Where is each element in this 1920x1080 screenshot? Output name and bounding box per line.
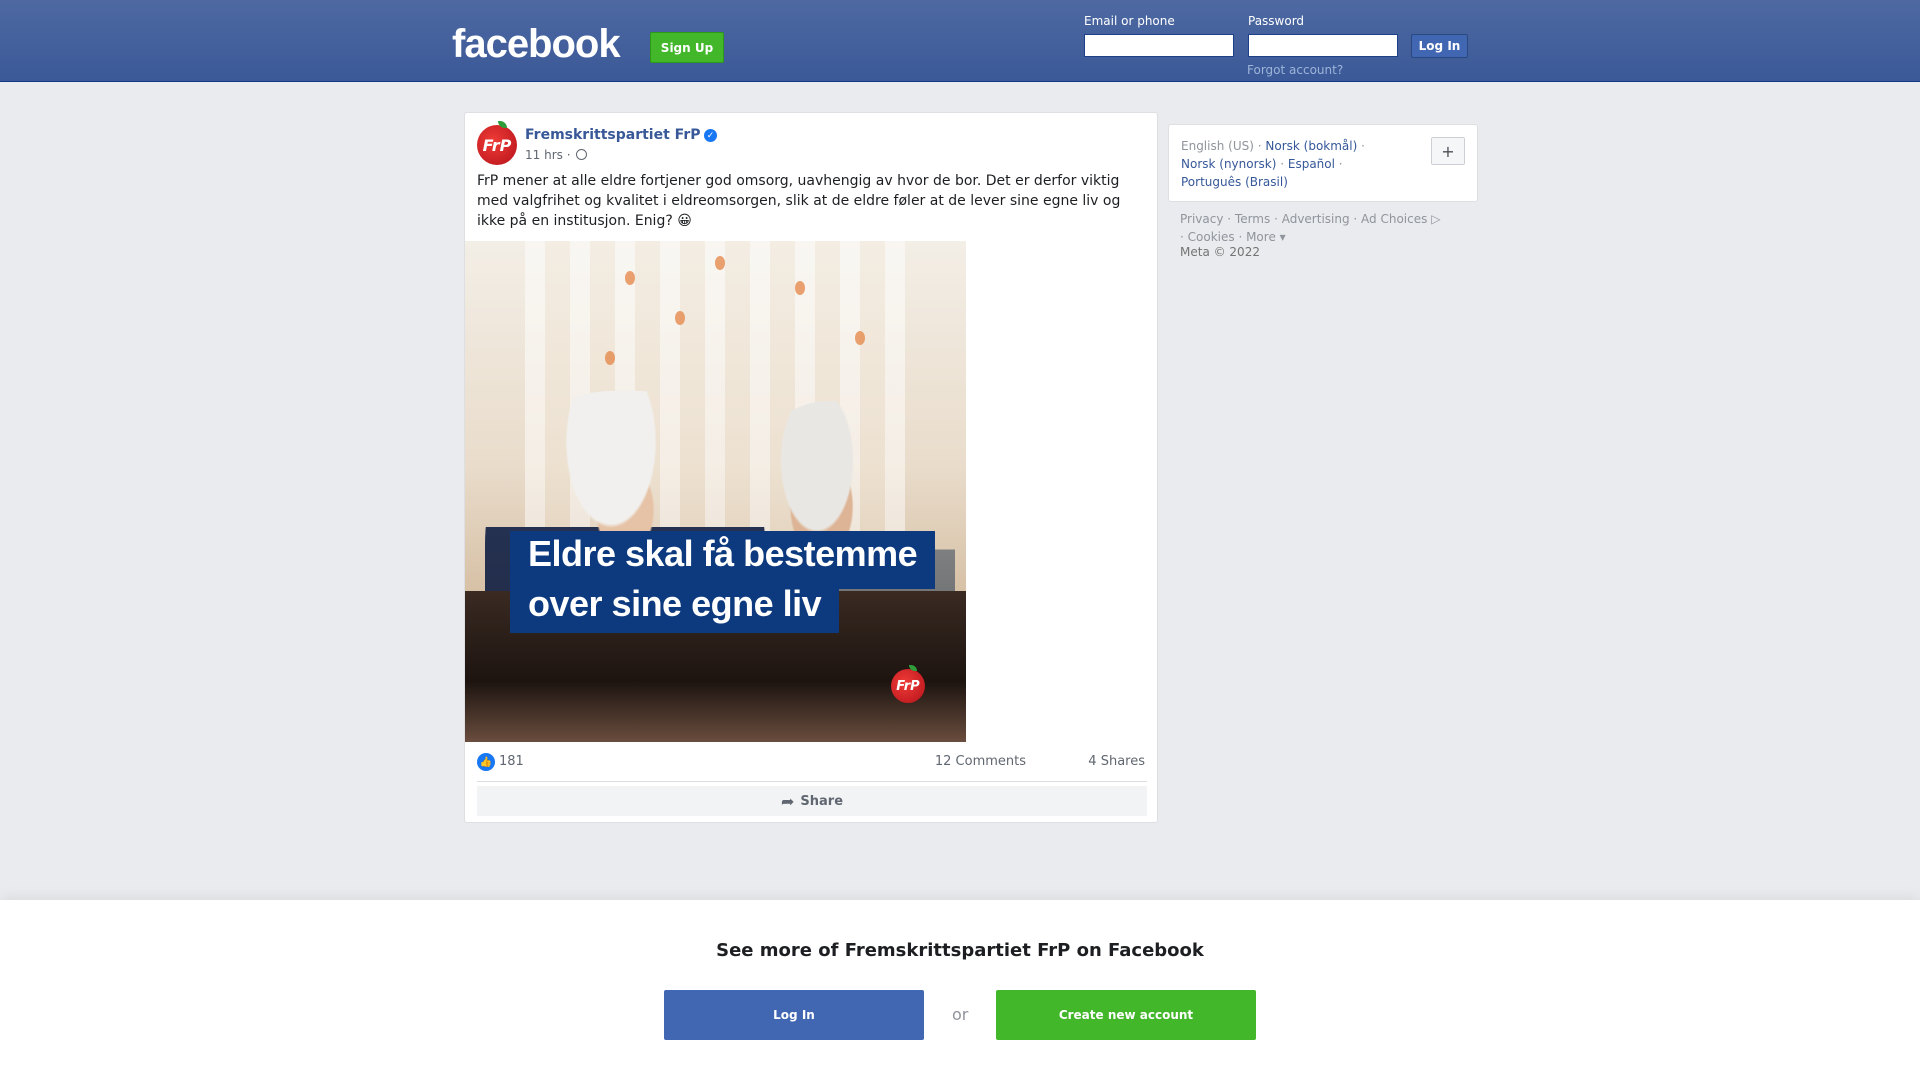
create-account-button[interactable]: Create new account [996, 990, 1256, 1040]
caret-down-icon: ▾ [1279, 230, 1286, 244]
password-input[interactable] [1248, 34, 1398, 57]
footer-link-more[interactable]: More [1246, 230, 1276, 244]
language-link-norsk-bokmal[interactable]: Norsk (bokmål) [1265, 139, 1357, 153]
email-label: Email or phone [1084, 14, 1175, 28]
more-languages-button[interactable]: + [1431, 137, 1465, 165]
log-in-button-large[interactable]: Log In [664, 990, 924, 1040]
globe-icon [576, 149, 588, 160]
footer-link-advertising[interactable]: Advertising [1282, 212, 1350, 226]
blossom-decor [795, 281, 805, 295]
frp-logo: FrP [891, 665, 925, 703]
thumbs-up-icon[interactable]: 👍 [477, 753, 495, 771]
blossom-decor [625, 271, 635, 285]
apple-leaf-icon [498, 121, 507, 128]
facebook-logo[interactable]: facebook [452, 22, 621, 67]
shares-count-link[interactable]: 4 Shares [1088, 754, 1145, 769]
image-logo-text: FrP [896, 678, 920, 694]
or-separator: or [952, 1005, 969, 1024]
password-label: Password [1248, 14, 1305, 28]
share-button[interactable]: ➦ Share [477, 786, 1147, 816]
meta-separator: · [566, 148, 571, 162]
post-text: FrP mener at alle eldre fortjener god om… [477, 173, 1121, 229]
blossom-decor [715, 256, 725, 270]
image-banner-line-2: over sine egne liv [510, 581, 840, 633]
post-image[interactable]: Eldre skal få bestemme over sine egne li… [465, 241, 966, 742]
avatar-text: FrP [482, 135, 512, 155]
login-prompt-banner: See more of Fremskrittspartiet FrP on Fa… [0, 900, 1920, 1080]
email-input[interactable] [1084, 34, 1234, 57]
footer-link-terms[interactable]: Terms [1235, 212, 1270, 226]
reaction-count[interactable]: 181 [499, 754, 524, 769]
share-arrow-icon: ➦ [780, 791, 795, 811]
see-more-heading: See more of Fremskrittspartiet FrP on Fa… [716, 940, 1204, 961]
copyright: Meta © 2022 [1180, 245, 1260, 259]
post-time-link[interactable]: 11 hrs [525, 148, 563, 162]
language-selector-card: English (US) · Norsk (bokmål) · Norsk (n… [1168, 124, 1478, 202]
language-current: English (US) [1181, 139, 1254, 153]
forgot-account-link[interactable]: Forgot account? [1247, 63, 1343, 77]
language-link-norsk-nynorsk[interactable]: Norsk (nynorsk) [1181, 157, 1276, 171]
blossom-decor [605, 351, 615, 365]
ad-choices-icon: ▷ [1431, 212, 1441, 226]
divider [477, 781, 1147, 782]
footer-link-privacy[interactable]: Privacy [1180, 212, 1223, 226]
footer-link-cookies[interactable]: Cookies [1188, 230, 1235, 244]
post-meta: 11 hrs · [525, 148, 588, 162]
footer-link-ad-choices[interactable]: Ad Choices [1361, 212, 1427, 226]
post-card: FrP Fremskrittspartiet FrP ✓ 11 hrs · Fr… [464, 112, 1158, 823]
share-label: Share [800, 793, 844, 809]
verified-check-icon: ✓ [704, 129, 717, 142]
sign-up-button[interactable]: Sign Up [650, 32, 724, 63]
top-navigation-bar: facebook Sign Up Email or phone Password… [0, 0, 1920, 82]
language-link-portugues[interactable]: Português (Brasil) [1181, 175, 1288, 189]
blossom-decor [855, 331, 865, 345]
page-avatar[interactable]: FrP [477, 121, 517, 165]
log-in-button[interactable]: Log In [1411, 34, 1468, 58]
comments-count-link[interactable]: 12 Comments [935, 754, 1026, 769]
language-list: English (US) · Norsk (bokmål) · Norsk (n… [1181, 139, 1365, 189]
footer-links: Privacy · Terms · Advertising · Ad Choic… [1180, 212, 1441, 244]
language-link-espanol[interactable]: Español [1288, 157, 1335, 171]
blossom-decor [675, 311, 685, 325]
page-name-link[interactable]: Fremskrittspartiet FrP [525, 127, 700, 143]
